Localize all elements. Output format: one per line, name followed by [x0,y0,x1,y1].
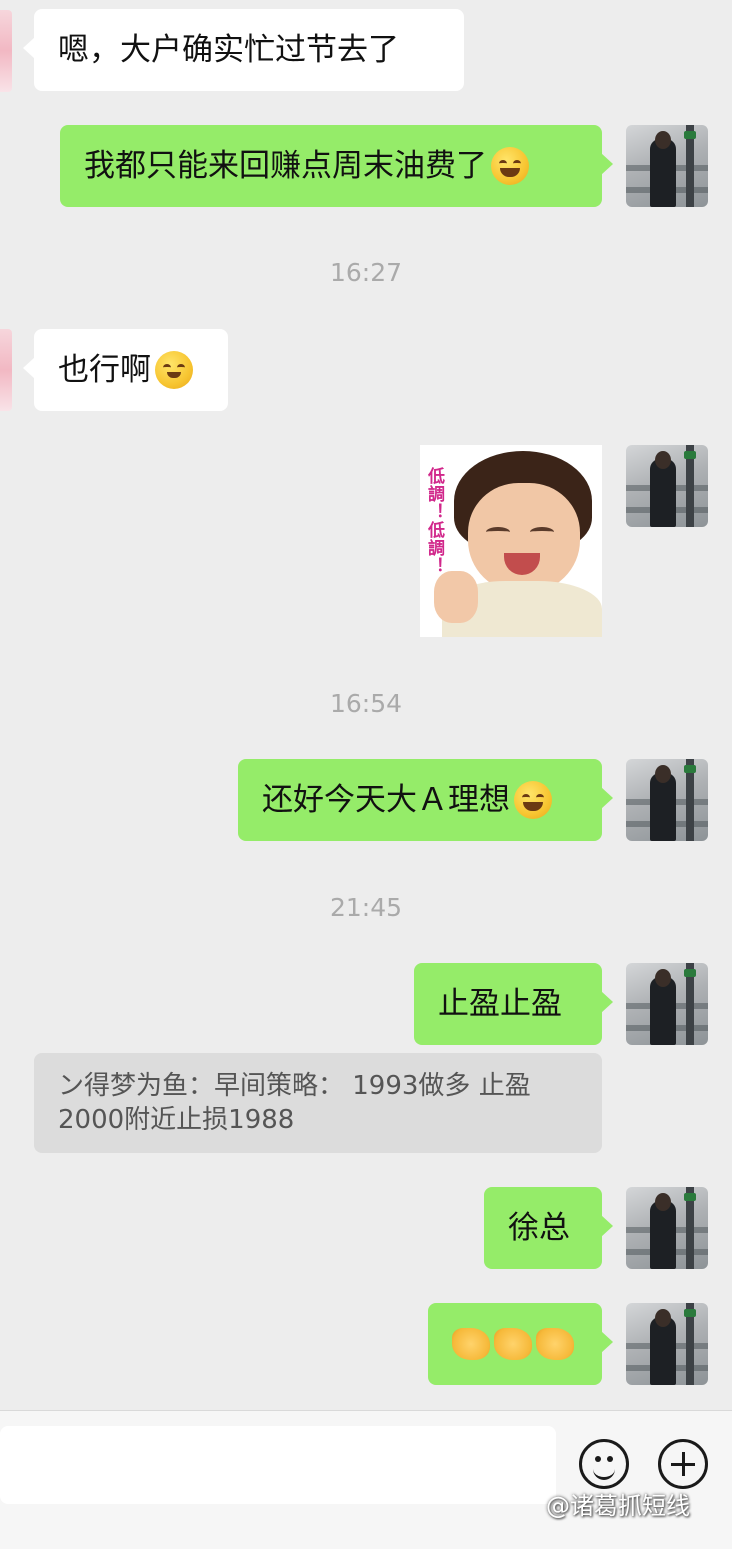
my-avatar[interactable] [626,1303,708,1385]
message-bubble-incoming[interactable]: 嗯，大户确实忙过节去了 [23,9,464,91]
message-bubble-outgoing[interactable]: 止盈止盈 [414,963,613,1045]
message-bubble-outgoing[interactable]: 我都只能来回赚点周末油费了 [60,125,613,207]
laughing-crying-emoji-icon [514,781,552,819]
message-bubble-outgoing[interactable]: 还好今天大Ａ理想 [238,759,613,841]
message-bubble-outgoing[interactable] [428,1303,613,1385]
message-bubble-incoming[interactable]: 也行啊 [23,329,228,411]
message-text: 止盈止盈 [438,986,562,1022]
handshake-emoji-icon [494,1328,532,1360]
my-avatar[interactable] [626,445,708,527]
hand-over-mouth-emoji-icon [155,351,193,389]
timestamp: 16:27 [329,258,403,287]
contact-avatar-edge[interactable] [0,329,12,411]
quote-line: 2000附近止损1988 [58,1105,295,1135]
plus-icon[interactable] [658,1439,708,1489]
message-text: 徐总 [508,1210,570,1246]
handshake-emoji-icon [536,1328,574,1360]
contact-avatar-edge[interactable] [0,10,12,92]
message-bubble-outgoing[interactable]: 徐总 [484,1187,613,1269]
sticker-caption: 低調！低調！ [424,467,444,575]
quoted-message[interactable]: ン得梦为鱼：早间策略： 1993做多 止盈 2000附近止损1988 [34,1053,602,1153]
timestamp: 16:54 [329,689,403,718]
handshake-emoji-icon [452,1328,490,1360]
message-text: 也行啊 [58,352,151,388]
laughing-crying-emoji-icon [491,147,529,185]
timestamp: 21:45 [329,893,403,922]
my-avatar[interactable] [626,759,708,841]
my-avatar[interactable] [626,125,708,207]
watermark: @诸葛抓短线 [546,1492,690,1520]
my-avatar[interactable] [626,1187,708,1269]
smile-icon[interactable] [579,1439,629,1489]
sticker-message[interactable]: 低調！低調！ [420,445,602,637]
message-text: 还好今天大Ａ理想 [262,782,510,818]
quote-line: ン得梦为鱼：早间策略： 1993做多 止盈 [58,1071,531,1101]
message-text: 嗯，大户确实忙过节去了 [58,32,399,68]
my-avatar[interactable] [626,963,708,1045]
message-input[interactable] [0,1426,556,1504]
message-text: 我都只能来回赚点周末油费了 [84,148,487,184]
